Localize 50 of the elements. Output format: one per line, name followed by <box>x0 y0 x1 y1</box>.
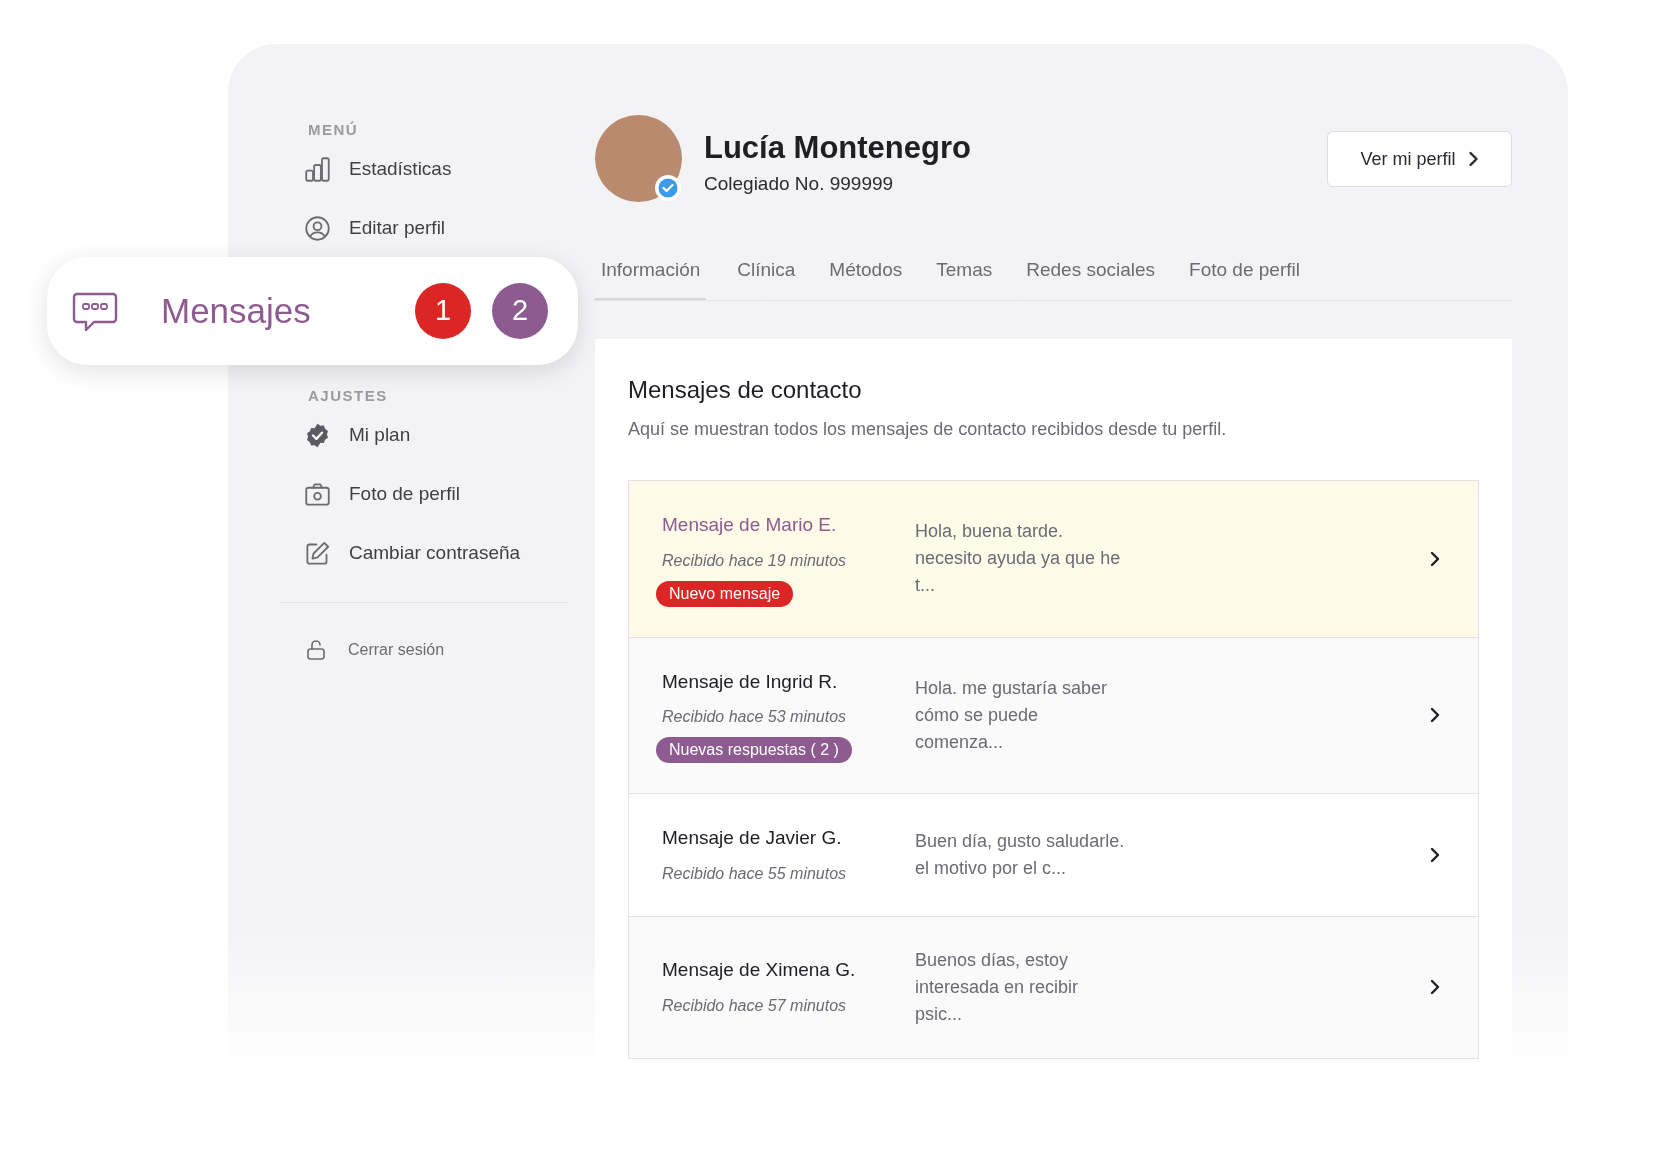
view-profile-button[interactable]: Ver mi perfil <box>1327 131 1512 187</box>
message-preview: Buen día, gusto saludarle. el motivo por el c... <box>915 829 1126 880</box>
chevron-right-icon <box>1430 979 1440 995</box>
message-row[interactable]: Mensaje de Ingrid R. Recibido hace 53 minutos Nuevas respuestas ( 2 ) Hola. me gustaría saber cómo se puede comenza... <box>629 636 1478 793</box>
sidebar-item[interactable]: Mi plan <box>297 406 411 465</box>
chevron-right-icon <box>1430 707 1440 724</box>
message-preview: Hola, buena tarde. necesito ayuda ya que he t... <box>915 520 1122 598</box>
status-badge: Nuevo mensaje <box>656 580 794 607</box>
received-time: Recibido hace 57 minutos <box>662 995 848 1016</box>
count-badge: 1 <box>415 283 471 339</box>
sender-name: Mensaje de Javier G. <box>662 826 843 850</box>
check-badge-icon <box>304 422 331 449</box>
messages-menu-item[interactable]: Mensajes 1 2 <box>47 257 578 365</box>
logout-link[interactable]: Cerrar sesión <box>297 620 445 679</box>
tab[interactable]: Redes sociales <box>1009 254 1173 300</box>
tab[interactable]: Clínica <box>720 254 813 300</box>
tab[interactable]: Foto de perfil <box>1172 254 1317 300</box>
tab[interactable]: Temas <box>919 254 1010 300</box>
sender-name: Mensaje de Mario E. <box>662 513 838 537</box>
status-badge: Nuevas respuestas ( 2 ) <box>656 737 852 763</box>
camera-icon <box>304 481 331 508</box>
section-heading: AJUSTES <box>307 386 389 406</box>
message-preview: Buenos días, estoy interesada en recibir psic... <box>915 948 1080 1026</box>
tab[interactable]: Información <box>595 254 707 300</box>
message-row[interactable]: Mensaje de Mario E. Recibido hace 19 minutos Nuevo mensaje Hola, buena tarde. necesito ayuda ya que he t... <box>629 481 1478 637</box>
profile-name: Lucía Montenegro <box>704 129 971 167</box>
sender-name: Mensaje de Ingrid R. <box>662 669 839 694</box>
chevron-right-icon <box>1430 846 1440 863</box>
tab[interactable]: Métodos <box>812 254 920 300</box>
received-time: Recibido hace 53 minutos <box>662 707 848 727</box>
bar-chart-icon <box>304 156 331 183</box>
panel-title: Mensajes de contacto <box>628 375 863 405</box>
chevron-right-icon <box>1467 151 1479 167</box>
edit-icon <box>304 540 331 567</box>
received-time: Recibido hace 19 minutos <box>662 550 848 571</box>
sidebar-item[interactable]: Editar perfil <box>297 199 446 258</box>
sidebar-item[interactable]: Foto de perfil <box>297 465 460 524</box>
message-preview: Hola. me gustaría saber cómo se puede comenza... <box>915 676 1109 754</box>
panel-description: Aquí se muestran todos los mensajes de contacto recibidos desde tu perfil. <box>628 418 1228 441</box>
sidebar-item[interactable]: Cambiar contraseña <box>297 524 521 583</box>
user-circle-icon <box>304 215 331 242</box>
padlock-icon <box>304 637 328 662</box>
received-time: Recibido hace 55 minutos <box>662 863 848 884</box>
message-row[interactable]: Mensaje de Ximena G. Recibido hace 57 minutos Buenos días, estoy interesada en recibir psic... <box>629 915 1478 1058</box>
chevron-right-icon <box>1430 550 1440 567</box>
section-heading: MENÚ <box>307 120 360 140</box>
sidebar-item[interactable]: Estadísticas <box>297 140 452 199</box>
profile-subtitle: Colegiado No. 999999 <box>704 172 895 196</box>
sender-name: Mensaje de Ximena G. <box>662 958 857 983</box>
count-badge: 2 <box>492 283 548 339</box>
